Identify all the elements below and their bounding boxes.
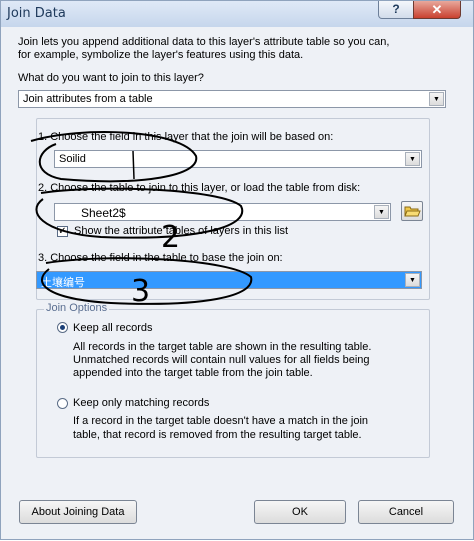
step1-label: 1. Choose the field in this layer that t… <box>38 131 334 143</box>
keep-all-desc-line2: Unmatched records will contain null valu… <box>73 354 370 366</box>
keep-matching-records-radio[interactable] <box>57 398 68 409</box>
chevron-down-icon[interactable]: ▼ <box>405 152 420 166</box>
show-attribute-tables-checkbox[interactable]: ✓ <box>57 226 68 237</box>
show-attribute-tables-label: Show the attribute tables of layers in t… <box>74 225 288 237</box>
join-question-label: What do you want to join to this layer? <box>18 72 204 84</box>
keep-matching-desc-line2: table, that record is removed from the r… <box>73 429 362 441</box>
intro-text-line2: for example, symbolize the layer's featu… <box>18 49 304 61</box>
layer-field-select[interactable]: Soilid ▼ <box>54 150 422 168</box>
open-folder-icon <box>404 206 421 217</box>
keep-matching-records-label: Keep only matching records <box>73 397 210 409</box>
browse-table-button[interactable] <box>401 201 423 221</box>
keep-all-desc-line3: appended into the target table from the … <box>73 367 313 379</box>
join-table-select[interactable]: Sheet2$ ▼ <box>54 203 391 221</box>
keep-all-records-radio[interactable] <box>57 322 68 333</box>
chevron-down-icon[interactable]: ▼ <box>405 273 420 287</box>
step2-label: 2. Choose the table to join to this laye… <box>38 182 361 194</box>
join-data-dialog: Join Data ? ✕ Join lets you append addit… <box>0 0 474 540</box>
help-button[interactable]: ? <box>378 1 414 19</box>
step3-label: 3. Choose the field in the table to base… <box>38 252 283 264</box>
close-button[interactable]: ✕ <box>413 1 461 19</box>
chevron-down-icon[interactable]: ▼ <box>374 205 389 219</box>
join-type-select[interactable]: Join attributes from a table ▼ <box>18 90 446 108</box>
keep-matching-desc-line1: If a record in the target table doesn't … <box>73 415 369 427</box>
keep-all-records-label: Keep all records <box>73 322 153 334</box>
keep-all-desc-line1: All records in the target table are show… <box>73 341 372 353</box>
layer-field-value: Soilid <box>59 153 86 165</box>
join-table-value: Sheet2$ <box>81 206 126 220</box>
ok-button[interactable]: OK <box>254 500 346 524</box>
title-bar[interactable]: Join Data ? ✕ <box>1 1 473 27</box>
intro-text-line1: Join lets you append additional data to … <box>18 36 390 48</box>
join-field-select[interactable]: 土壤编号 ▼ <box>36 271 422 289</box>
dialog-title: Join Data <box>7 6 66 21</box>
join-field-value: 土壤编号 <box>41 277 85 289</box>
about-joining-data-button[interactable]: About Joining Data <box>19 500 137 524</box>
cancel-button[interactable]: Cancel <box>358 500 454 524</box>
join-options-title: Join Options <box>44 302 110 314</box>
chevron-down-icon[interactable]: ▼ <box>429 92 444 106</box>
join-type-value: Join attributes from a table <box>23 93 153 105</box>
